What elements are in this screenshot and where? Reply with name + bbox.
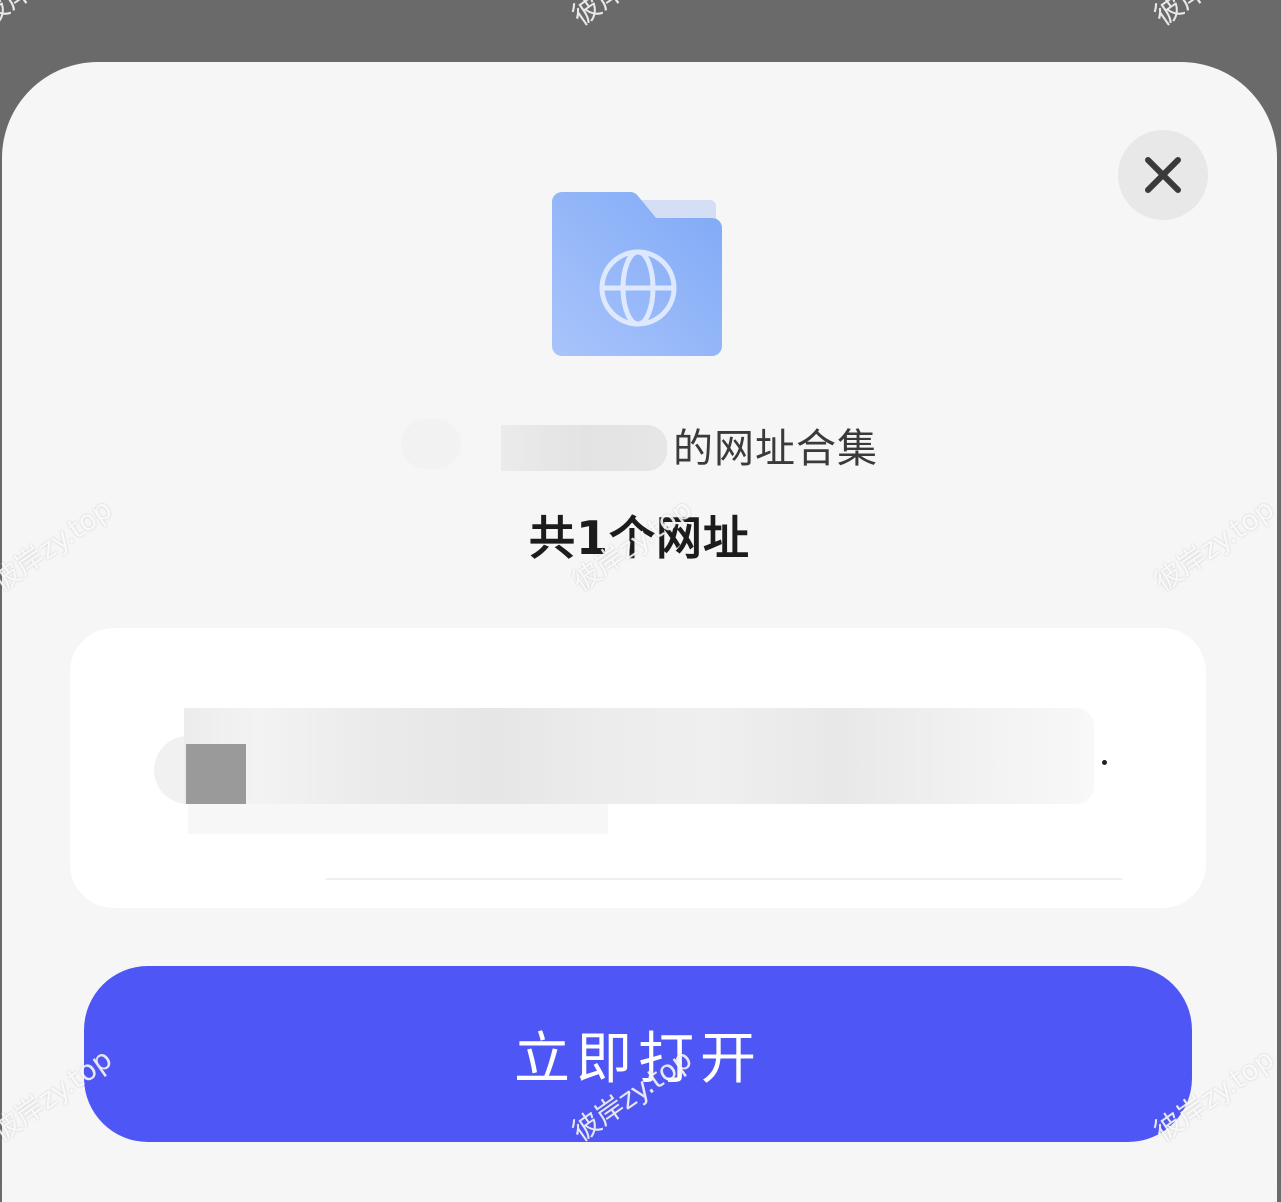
- folder-globe-icon: [552, 192, 722, 356]
- site-favicon: [186, 744, 246, 804]
- open-now-button[interactable]: 立即打开: [84, 966, 1192, 1142]
- url-text-redacted: [184, 708, 1094, 804]
- close-icon: [1145, 157, 1181, 193]
- collection-owner-line: 的网址合集: [2, 412, 1277, 478]
- trailing-dot: [1102, 760, 1107, 765]
- owner-suffix-label: 的网址合集: [673, 426, 878, 472]
- url-collection-sheet: 的网址合集 共1个网址 立即打开: [2, 62, 1277, 1202]
- url-subtext-redacted: [188, 804, 608, 834]
- open-now-label: 立即打开: [514, 1026, 762, 1090]
- url-list-item[interactable]: [154, 708, 1107, 838]
- url-count-title: 共1个网址: [528, 511, 750, 565]
- divider: [326, 878, 1122, 880]
- owner-name-redacted: [401, 417, 669, 473]
- url-list-card: [70, 628, 1206, 908]
- close-button[interactable]: [1118, 130, 1208, 220]
